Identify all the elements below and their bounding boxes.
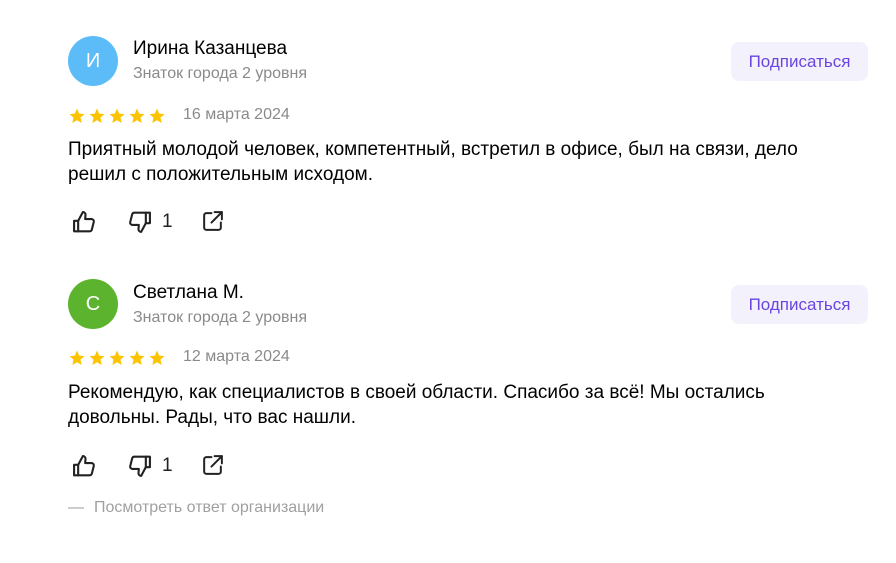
share-button[interactable] xyxy=(200,453,225,478)
star-icon xyxy=(69,350,85,366)
view-organization-reply-link[interactable]: — Посмотреть ответ организации xyxy=(68,499,324,517)
share-icon xyxy=(203,455,223,475)
reply-link-label: Посмотреть ответ организации xyxy=(94,499,325,516)
review-card: С Светлана М. Знаток города 2 уровня Под… xyxy=(0,0,896,563)
dislike-button[interactable]: 1 xyxy=(126,452,173,480)
star-icon xyxy=(149,350,165,366)
author-level: Знаток города 2 уровня xyxy=(133,309,308,326)
avatar[interactable]: С xyxy=(68,279,118,329)
avatar-letter: С xyxy=(85,292,101,315)
dislike-count: 1 xyxy=(162,455,173,476)
thumbs-up-icon xyxy=(73,455,95,477)
star-icon xyxy=(109,350,125,366)
author-name[interactable]: Светлана М. xyxy=(133,282,244,304)
reply-dash: — xyxy=(68,499,84,516)
thumbs-down-icon xyxy=(129,455,151,477)
star-icon xyxy=(89,350,105,366)
subscribe-button[interactable]: Подписаться xyxy=(731,285,868,324)
review-text: Рекомендую, как специалистов в своей обл… xyxy=(68,382,765,428)
star-icon xyxy=(129,350,145,366)
review-date: 12 марта 2024 xyxy=(183,348,290,365)
rating-stars xyxy=(68,349,166,367)
like-button[interactable] xyxy=(70,452,98,480)
